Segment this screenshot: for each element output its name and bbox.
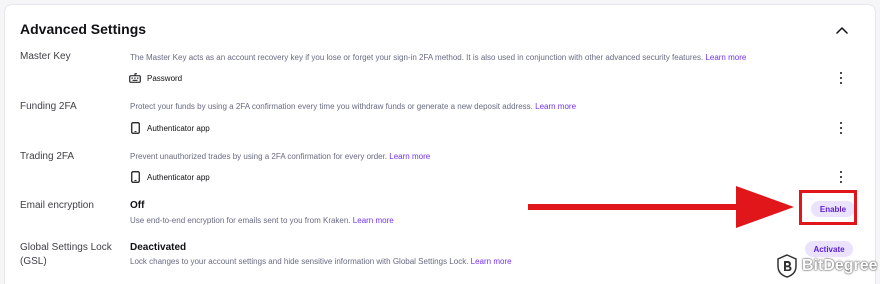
funding-2fa-description: Protect your funds by using a 2FA confir… xyxy=(130,102,577,111)
trading-2fa-learn-more-link[interactable]: Learn more xyxy=(389,152,430,161)
gsl-status: Deactivated xyxy=(130,242,187,253)
master-key-description: The Master Key acts as an account recove… xyxy=(130,53,747,62)
email-encryption-status: Off xyxy=(130,200,145,211)
keyboard-icon xyxy=(129,72,141,84)
trading-2fa-more-button[interactable] xyxy=(835,170,847,184)
collapse-button[interactable] xyxy=(831,19,853,41)
trading-2fa-method-label: Authenticator app xyxy=(147,172,210,182)
trading-2fa-method: Authenticator app xyxy=(129,171,210,183)
funding-2fa-method-label: Authenticator app xyxy=(147,123,210,133)
bitdegree-watermark: BitDegree xyxy=(776,254,878,278)
gsl-learn-more-link[interactable]: Learn more xyxy=(471,257,512,266)
master-key-method: Password xyxy=(129,72,182,84)
red-arrow-annotation xyxy=(528,186,794,228)
section-title: Advanced Settings xyxy=(20,21,147,37)
funding-2fa-more-button[interactable] xyxy=(835,121,847,135)
master-key-method-label: Password xyxy=(147,73,183,83)
funding-2fa-learn-more-link[interactable]: Learn more xyxy=(535,102,576,111)
master-key-learn-more-link[interactable]: Learn more xyxy=(705,53,746,62)
email-encryption-label: Email encryption xyxy=(20,200,94,211)
master-key-more-button[interactable] xyxy=(835,71,847,85)
gsl-description: Lock changes to your account settings an… xyxy=(130,257,512,266)
bitdegree-logo-icon xyxy=(777,254,797,278)
trading-2fa-description: Prevent unauthorized trades by using a 2… xyxy=(130,152,431,161)
master-key-label: Master Key xyxy=(20,51,71,62)
phone-icon xyxy=(129,122,141,134)
watermark-text: BitDegree xyxy=(802,257,878,274)
funding-2fa-method: Authenticator app xyxy=(129,122,210,134)
trading-2fa-label: Trading 2FA xyxy=(20,151,75,162)
advanced-settings-card: Advanced Settings Master Key The Master … xyxy=(4,4,876,284)
funding-2fa-label: Funding 2FA xyxy=(20,101,77,112)
email-encryption-learn-more-link[interactable]: Learn more xyxy=(353,216,394,225)
highlight-box-annotation xyxy=(799,190,857,225)
gsl-label: Global Settings Lock (GSL) xyxy=(20,242,112,267)
chevron-up-icon xyxy=(836,27,848,34)
phone-icon xyxy=(129,171,141,183)
email-encryption-description: Use end-to-end encryption for emails sen… xyxy=(130,216,394,225)
